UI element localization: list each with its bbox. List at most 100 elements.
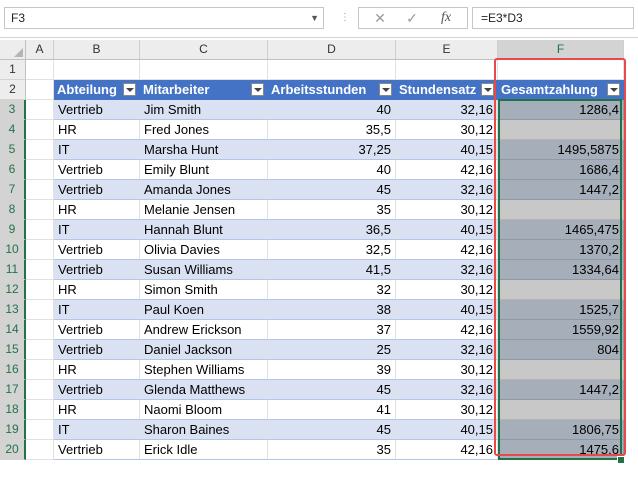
- cell-c12[interactable]: Simon Smith: [140, 280, 268, 300]
- cell-b8[interactable]: HR: [54, 200, 140, 220]
- row-header-9[interactable]: 9: [0, 220, 26, 240]
- cell-d17[interactable]: 45: [268, 380, 396, 400]
- cell-e4[interactable]: 30,12: [396, 120, 498, 140]
- cell-e12[interactable]: 30,12: [396, 280, 498, 300]
- cell-e8[interactable]: 30,12: [396, 200, 498, 220]
- cell-f8[interactable]: [498, 200, 624, 220]
- cell-c18[interactable]: Naomi Bloom: [140, 400, 268, 420]
- row-header-18[interactable]: 18: [0, 400, 26, 420]
- cell-b3[interactable]: Vertrieb: [54, 100, 140, 120]
- cell-b13[interactable]: IT: [54, 300, 140, 320]
- cell-d7[interactable]: 45: [268, 180, 396, 200]
- cell-a12[interactable]: [26, 280, 54, 300]
- cell-f15[interactable]: 804: [498, 340, 624, 360]
- cell-f3[interactable]: 1286,4: [498, 100, 624, 120]
- table-header-gesamtzahlung[interactable]: Gesamtzahlung: [498, 80, 624, 100]
- table-header-arbeitsstunden[interactable]: Arbeitsstunden: [268, 80, 396, 100]
- cell-a10[interactable]: [26, 240, 54, 260]
- cell-e20[interactable]: 42,16: [396, 440, 498, 460]
- formula-bar-resize-handle[interactable]: ⋮: [340, 10, 350, 26]
- cell-c3[interactable]: Jim Smith: [140, 100, 268, 120]
- cell-d14[interactable]: 37: [268, 320, 396, 340]
- row-header-12[interactable]: 12: [0, 280, 26, 300]
- cell-b17[interactable]: Vertrieb: [54, 380, 140, 400]
- cell-c8[interactable]: Melanie Jensen: [140, 200, 268, 220]
- filter-dropdown-icon[interactable]: [123, 83, 136, 96]
- cell-c20[interactable]: Erick Idle: [140, 440, 268, 460]
- column-header-a[interactable]: A: [26, 40, 54, 60]
- cell-d18[interactable]: 41: [268, 400, 396, 420]
- cell-e5[interactable]: 40,15: [396, 140, 498, 160]
- cell-c16[interactable]: Stephen Williams: [140, 360, 268, 380]
- cell-d16[interactable]: 39: [268, 360, 396, 380]
- cell-a15[interactable]: [26, 340, 54, 360]
- cell-a13[interactable]: [26, 300, 54, 320]
- cell-f7[interactable]: 1447,2: [498, 180, 624, 200]
- cell-e17[interactable]: 32,16: [396, 380, 498, 400]
- cell-b15[interactable]: Vertrieb: [54, 340, 140, 360]
- cell-f20[interactable]: 1475,6: [498, 440, 624, 460]
- cell-c11[interactable]: Susan Williams: [140, 260, 268, 280]
- cell-c19[interactable]: Sharon Baines: [140, 420, 268, 440]
- cell-d20[interactable]: 35: [268, 440, 396, 460]
- cell-a5[interactable]: [26, 140, 54, 160]
- row-header-4[interactable]: 4: [0, 120, 26, 140]
- cell-a3[interactable]: [26, 100, 54, 120]
- row-header-16[interactable]: 16: [0, 360, 26, 380]
- cell-a4[interactable]: [26, 120, 54, 140]
- cell-c9[interactable]: Hannah Blunt: [140, 220, 268, 240]
- cell-b5[interactable]: IT: [54, 140, 140, 160]
- cell-d12[interactable]: 32: [268, 280, 396, 300]
- row-header-10[interactable]: 10: [0, 240, 26, 260]
- row-header-11[interactable]: 11: [0, 260, 26, 280]
- insert-function-icon[interactable]: fx: [431, 8, 461, 28]
- cell-c15[interactable]: Daniel Jackson: [140, 340, 268, 360]
- cell-e11[interactable]: 32,16: [396, 260, 498, 280]
- cell-b9[interactable]: IT: [54, 220, 140, 240]
- cell-e13[interactable]: 40,15: [396, 300, 498, 320]
- row-header-8[interactable]: 8: [0, 200, 26, 220]
- cell-c1[interactable]: [140, 60, 268, 80]
- cell-a6[interactable]: [26, 160, 54, 180]
- cell-e9[interactable]: 40,15: [396, 220, 498, 240]
- cell-c5[interactable]: Marsha Hunt: [140, 140, 268, 160]
- cell-e7[interactable]: 32,16: [396, 180, 498, 200]
- cell-d19[interactable]: 45: [268, 420, 396, 440]
- cell-f19[interactable]: 1806,75: [498, 420, 624, 440]
- row-header-3[interactable]: 3: [0, 100, 26, 120]
- cell-c14[interactable]: Andrew Erickson: [140, 320, 268, 340]
- chevron-down-icon[interactable]: ▼: [310, 8, 319, 28]
- cell-c4[interactable]: Fred Jones: [140, 120, 268, 140]
- row-header-13[interactable]: 13: [0, 300, 26, 320]
- cell-b20[interactable]: Vertrieb: [54, 440, 140, 460]
- cell-f6[interactable]: 1686,4: [498, 160, 624, 180]
- filter-dropdown-icon[interactable]: [607, 83, 620, 96]
- cell-f9[interactable]: 1465,475: [498, 220, 624, 240]
- cell-e6[interactable]: 42,16: [396, 160, 498, 180]
- cell-d13[interactable]: 38: [268, 300, 396, 320]
- cell-b4[interactable]: HR: [54, 120, 140, 140]
- cell-d9[interactable]: 36,5: [268, 220, 396, 240]
- cell-f5[interactable]: 1495,5875: [498, 140, 624, 160]
- table-header-abteilung[interactable]: Abteilung: [54, 80, 140, 100]
- cell-d10[interactable]: 32,5: [268, 240, 396, 260]
- column-header-c[interactable]: C: [140, 40, 268, 60]
- cell-d6[interactable]: 40: [268, 160, 396, 180]
- row-header-14[interactable]: 14: [0, 320, 26, 340]
- cell-b10[interactable]: Vertrieb: [54, 240, 140, 260]
- row-header-19[interactable]: 19: [0, 420, 26, 440]
- column-header-d[interactable]: D: [268, 40, 396, 60]
- cell-e16[interactable]: 30,12: [396, 360, 498, 380]
- cell-b16[interactable]: HR: [54, 360, 140, 380]
- cell-f11[interactable]: 1334,64: [498, 260, 624, 280]
- cell-e18[interactable]: 30,12: [396, 400, 498, 420]
- cell-a9[interactable]: [26, 220, 54, 240]
- cell-b7[interactable]: Vertrieb: [54, 180, 140, 200]
- cell-b14[interactable]: Vertrieb: [54, 320, 140, 340]
- column-header-b[interactable]: B: [54, 40, 140, 60]
- cell-a20[interactable]: [26, 440, 54, 460]
- cell-a17[interactable]: [26, 380, 54, 400]
- row-header-1[interactable]: 1: [0, 60, 26, 80]
- cell-a19[interactable]: [26, 420, 54, 440]
- cell-b19[interactable]: IT: [54, 420, 140, 440]
